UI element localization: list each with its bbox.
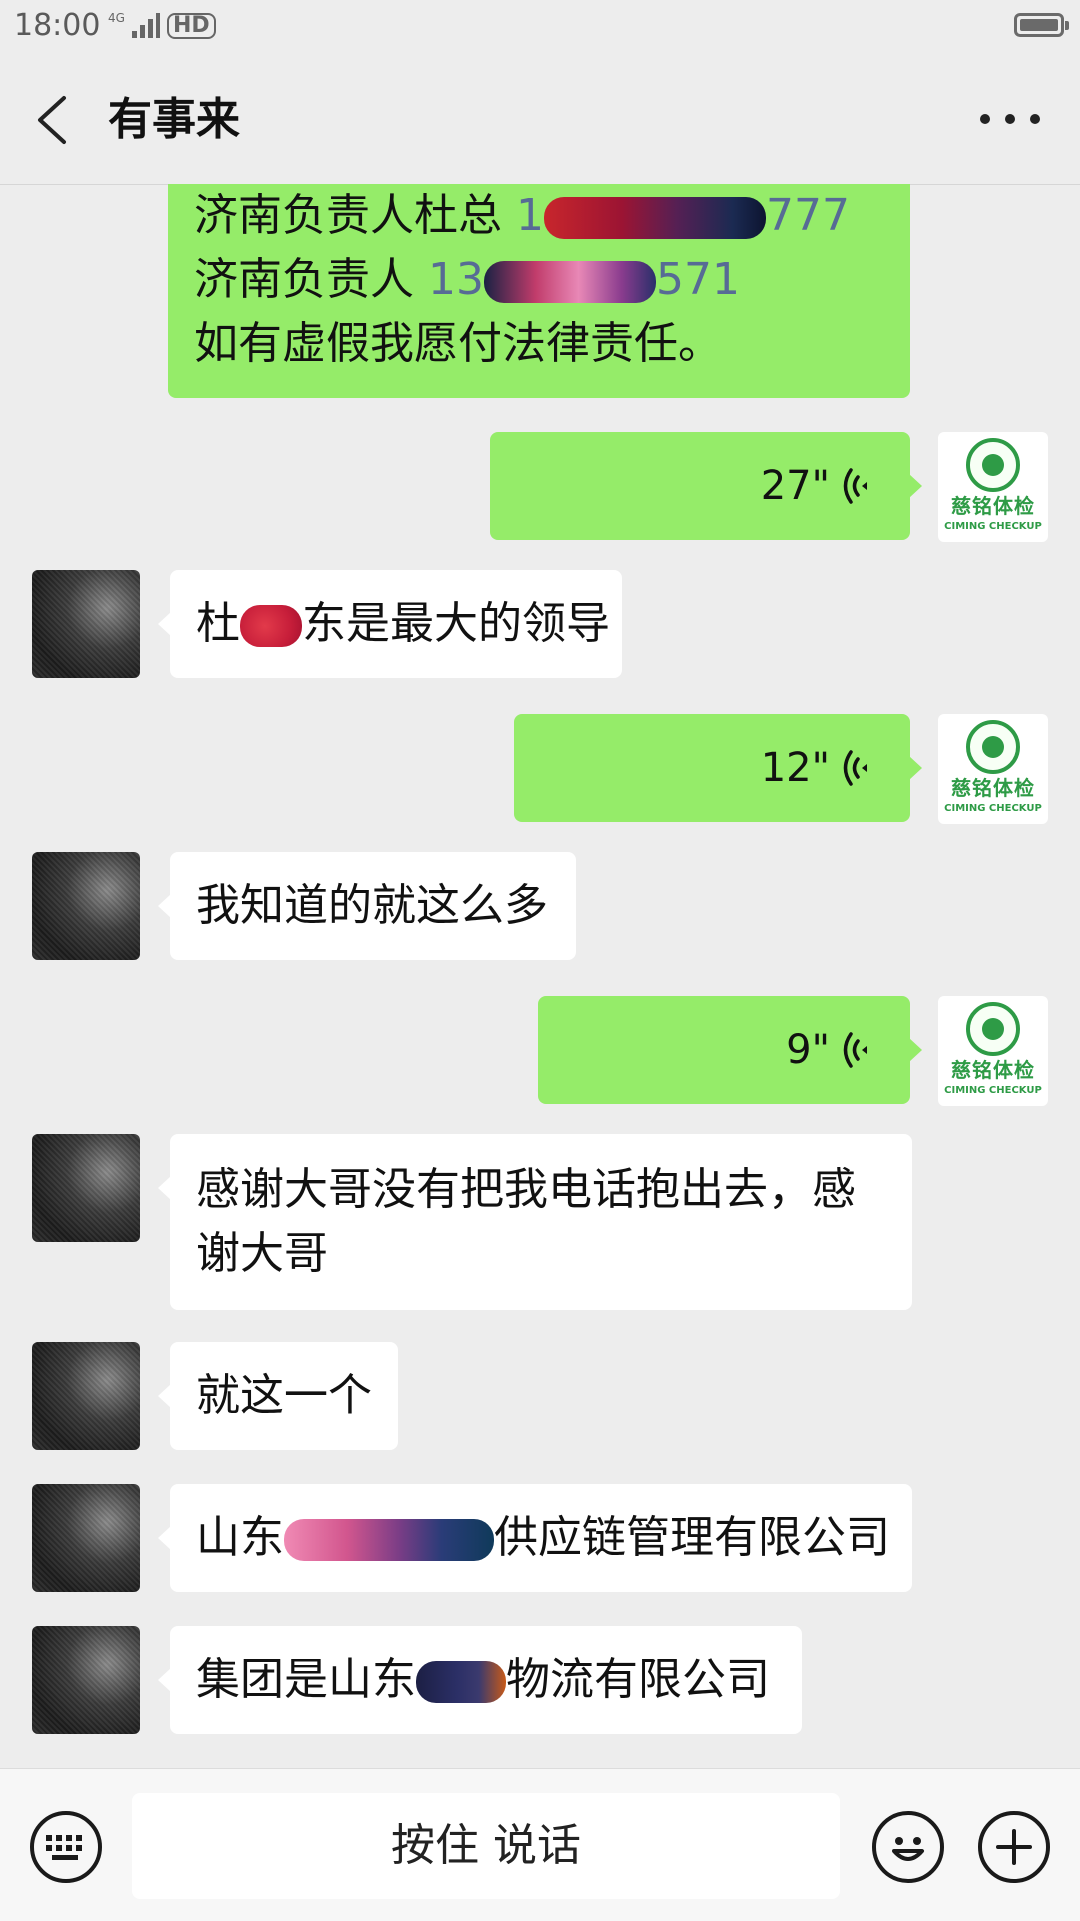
hd-voice-badge: HD (166, 13, 216, 39)
voice-content: 12" (761, 714, 874, 822)
logo-mark (966, 1002, 1020, 1056)
redaction-mark (284, 1519, 494, 1561)
logo-text-cn: 慈铭体检 (951, 776, 1035, 800)
message-text: 我知道的就这么多 (196, 880, 548, 931)
logo-mark (966, 438, 1020, 492)
redaction-mark (240, 605, 302, 647)
emoji-button[interactable] (872, 1811, 944, 1883)
signal-icon (131, 13, 160, 38)
keyboard-icon (46, 1835, 82, 1860)
voice-duration: 9" (786, 1027, 830, 1073)
redaction-mark (544, 197, 766, 239)
more-icon (980, 114, 990, 124)
contact-avatar[interactable] (32, 852, 140, 960)
hold-to-talk-button[interactable]: 按住 说话 (132, 1793, 840, 1899)
network-type: 4G (108, 11, 125, 25)
plus-icon (996, 1829, 1032, 1865)
logo-text-en: CIMING CHECKUP (944, 803, 1042, 814)
keyboard-button[interactable] (30, 1811, 102, 1883)
message-bubble-received[interactable]: 杜东是最大的领导 (158, 570, 622, 678)
message-list[interactable]: 济南负责人杜总 1 777 济南负责人 13 571 如有虚假我愿付法律责任。 27… (0, 184, 1080, 1768)
input-bar: 按住 说话 (0, 1768, 1080, 1921)
status-bar: 18:00 4G HD (0, 0, 1080, 56)
voice-wave-icon (843, 1032, 867, 1068)
message-line: 济南负责人 13 571 (194, 254, 740, 305)
plus-button[interactable] (978, 1811, 1050, 1883)
contact-avatar[interactable] (32, 570, 140, 678)
voice-message-sent[interactable]: 9" (538, 996, 922, 1104)
message-bubble-sent[interactable]: 济南负责人杜总 1 777 济南负责人 13 571 如有虚假我愿付法律责任。 (168, 184, 910, 398)
voice-duration: 12" (760, 745, 830, 791)
logo-text-cn: 慈铭体检 (951, 1058, 1035, 1082)
more-button[interactable] (980, 104, 1040, 134)
message-line: 如有虚假我愿付法律责任。 (194, 318, 722, 369)
message-bubble-received[interactable]: 山东 供应链管理有限公司 (158, 1484, 912, 1592)
logo-text-cn: 慈铭体检 (951, 494, 1035, 518)
message-bubble-received[interactable]: 感谢大哥没有把我电话抱出去，感 谢大哥 (158, 1134, 912, 1310)
voice-message-sent[interactable]: 12" (514, 714, 922, 822)
voice-duration: 27" (760, 463, 830, 509)
self-avatar[interactable]: 慈铭体检 CIMING CHECKUP (938, 996, 1048, 1106)
back-arrow-icon (38, 96, 66, 144)
message-line: 感谢大哥没有把我电话抱出去，感 (196, 1164, 856, 1215)
voice-content: 9" (786, 996, 874, 1104)
message-bubble-received[interactable]: 集团是山东 物流有限公司 (158, 1626, 802, 1734)
message-line: 济南负责人杜总 1 777 (194, 190, 850, 241)
chat-header: 有事来 (0, 56, 1080, 185)
back-button[interactable] (28, 90, 78, 150)
redaction-mark (416, 1661, 506, 1703)
message-text: 就这一个 (196, 1370, 372, 1421)
status-time: 18:00 (14, 8, 101, 43)
voice-message-sent[interactable]: 27" (490, 432, 922, 540)
voice-wave-icon (843, 468, 867, 504)
message-line: 谢大哥 (196, 1228, 328, 1279)
chat-title: 有事来 (108, 94, 240, 145)
battery-icon (1014, 13, 1069, 37)
status-icons: 4G HD (108, 8, 216, 44)
self-avatar[interactable]: 慈铭体检 CIMING CHECKUP (938, 714, 1048, 824)
redaction-mark (484, 261, 656, 303)
contact-avatar[interactable] (32, 1626, 140, 1734)
voice-wave-icon (843, 750, 867, 786)
emoji-icon (892, 1837, 924, 1861)
logo-mark (966, 720, 1020, 774)
logo-text-en: CIMING CHECKUP (944, 521, 1042, 532)
contact-avatar[interactable] (32, 1134, 140, 1242)
voice-content: 27" (761, 432, 874, 540)
logo-text-en: CIMING CHECKUP (944, 1085, 1042, 1096)
contact-avatar[interactable] (32, 1342, 140, 1450)
message-bubble-received[interactable]: 我知道的就这么多 (158, 852, 576, 960)
self-avatar[interactable]: 慈铭体检 CIMING CHECKUP (938, 432, 1048, 542)
contact-avatar[interactable] (32, 1484, 140, 1592)
message-bubble-received[interactable]: 就这一个 (158, 1342, 398, 1450)
